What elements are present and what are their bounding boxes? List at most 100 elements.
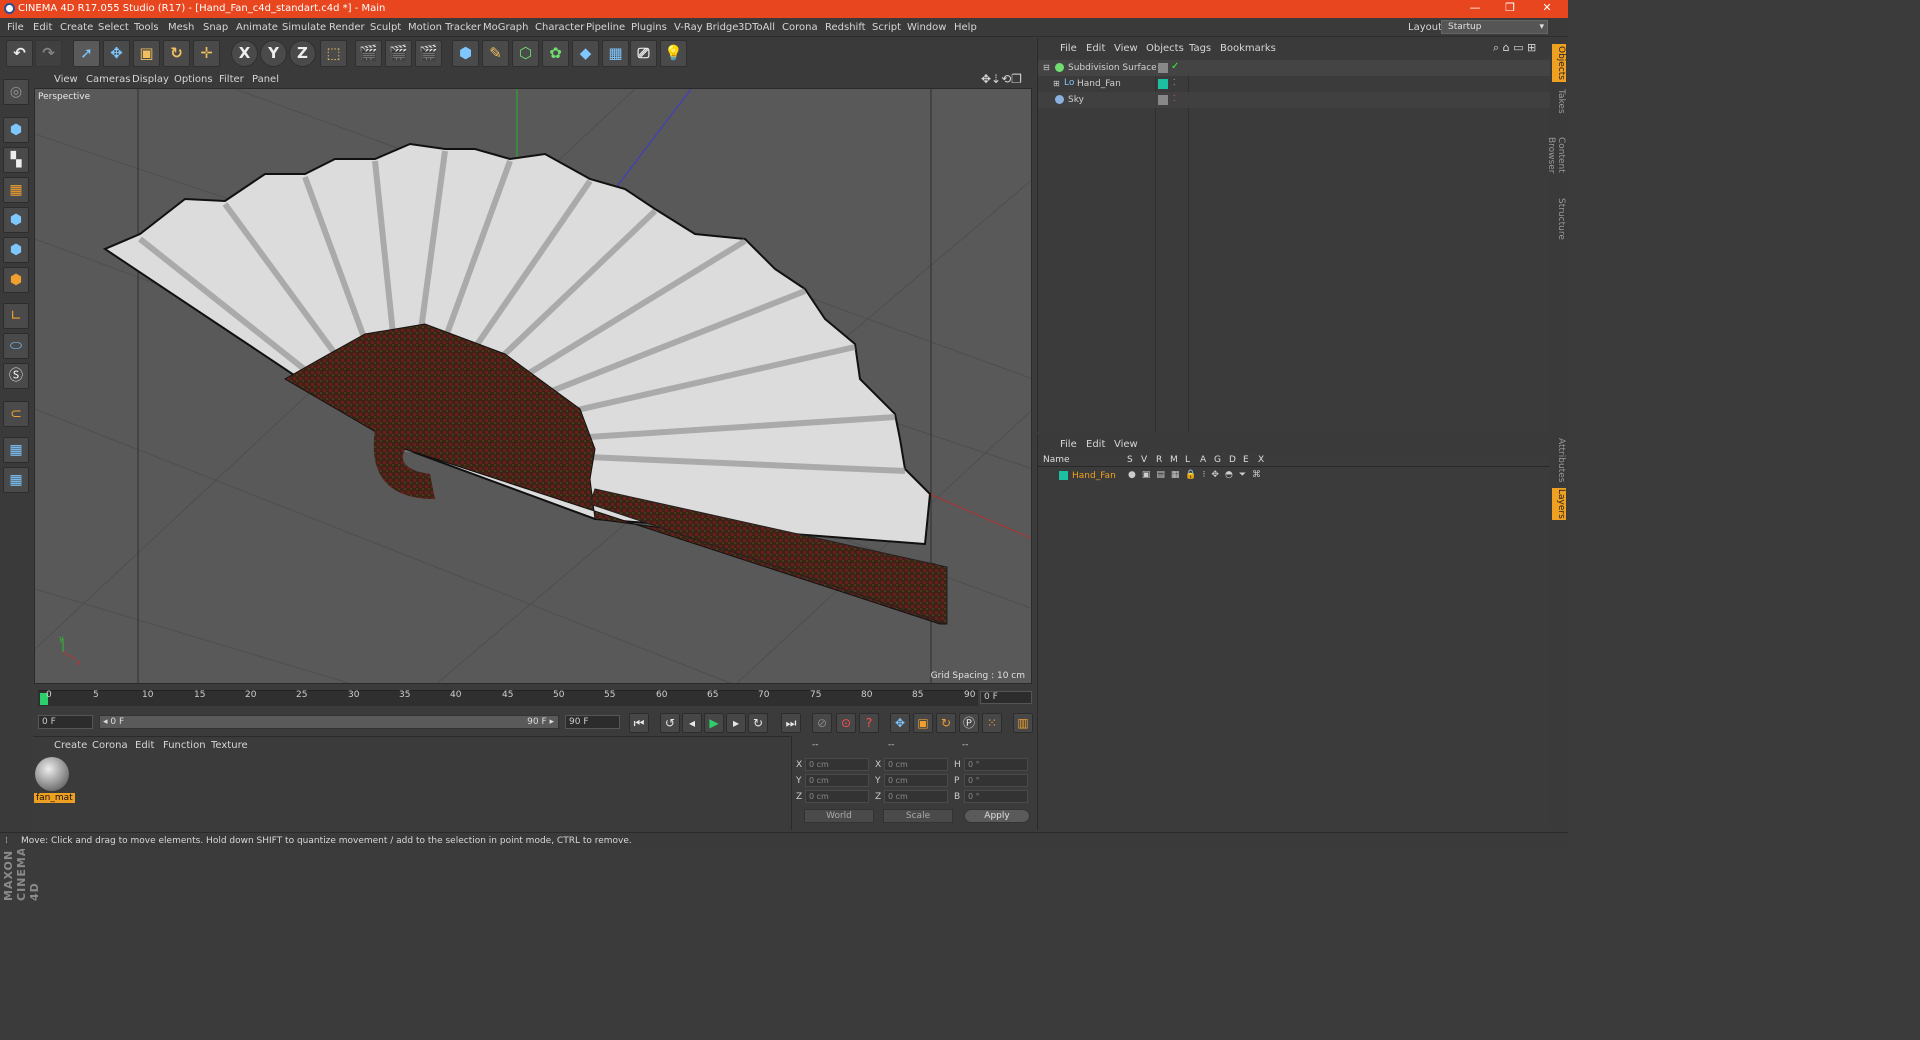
- coordinate-mode-select[interactable]: Scale: [883, 809, 953, 823]
- autokey-icon[interactable]: ⊙: [836, 713, 856, 733]
- objects-menu-file[interactable]: File: [1060, 43, 1077, 54]
- menu-tools[interactable]: Tools: [134, 22, 159, 33]
- menu-sculpt[interactable]: Sculpt: [370, 22, 401, 33]
- record-keys-icon[interactable]: ⊘: [812, 713, 832, 733]
- viewport-menu-display[interactable]: Display: [132, 74, 169, 85]
- axis-mode-icon[interactable]: ∟: [3, 303, 29, 329]
- go-to-end-icon[interactable]: ⏭: [781, 713, 801, 733]
- menu-plugins[interactable]: Plugins: [631, 22, 667, 33]
- texture-mode-icon[interactable]: ▚: [3, 147, 29, 173]
- objects-menu-objects[interactable]: Objects: [1146, 43, 1184, 54]
- viewport-menu-view[interactable]: View: [54, 74, 78, 85]
- deformer-icon[interactable]: ◆: [572, 40, 599, 67]
- material-menu-texture[interactable]: Texture: [211, 740, 248, 751]
- start-frame-field[interactable]: 0 F: [38, 715, 93, 729]
- object-name[interactable]: Sky: [1068, 95, 1084, 105]
- redo-icon[interactable]: ↷: [35, 40, 62, 67]
- collapse-icon[interactable]: ⊟: [1043, 63, 1050, 72]
- objects-menu-view[interactable]: View: [1114, 43, 1138, 54]
- undo-icon[interactable]: ↶: [6, 40, 33, 67]
- position-x-field[interactable]: 0 cm: [805, 758, 869, 771]
- camera-icon[interactable]: ⎚: [630, 40, 657, 67]
- menu-file[interactable]: File: [7, 22, 24, 33]
- light-icon[interactable]: 💡: [660, 40, 687, 67]
- layer-tag-icon[interactable]: [1158, 63, 1168, 73]
- apply-button[interactable]: Apply: [964, 809, 1030, 823]
- go-to-start-icon[interactable]: ⏮: [629, 713, 649, 733]
- tab-content-browser[interactable]: Content Browser: [1546, 120, 1566, 190]
- viewport-menu-filter[interactable]: Filter: [219, 74, 244, 85]
- tab-objects[interactable]: Objects: [1552, 44, 1566, 82]
- rotation-key-icon[interactable]: ↻: [936, 713, 956, 733]
- previous-key-icon[interactable]: ↺: [660, 713, 680, 733]
- menu-redshift[interactable]: Redshift: [825, 22, 866, 33]
- object-row[interactable]: ⊟ Subdivision Surface ✓: [1038, 60, 1550, 76]
- layers-menu-edit[interactable]: Edit: [1086, 439, 1105, 450]
- next-frame-icon[interactable]: ▸: [726, 713, 746, 733]
- timeline[interactable]: 0 5 10 15 20 25 30 35 40 45 50 55 60 65 …: [33, 686, 1035, 712]
- minimize-button[interactable]: —: [1455, 1, 1495, 14]
- menu-motion-tracker[interactable]: Motion Tracker: [408, 22, 481, 33]
- planar-workplane-icon[interactable]: ▦: [3, 467, 29, 493]
- object-name[interactable]: Hand_Fan: [1077, 79, 1121, 89]
- visibility-dots-icon[interactable]: ⁚: [1173, 78, 1176, 87]
- scale-key-icon[interactable]: ▣: [913, 713, 933, 733]
- position-z-field[interactable]: 0 cm: [805, 790, 869, 803]
- render-picture-viewer-icon[interactable]: 🎬: [385, 40, 412, 67]
- rotation-b-field[interactable]: 0 °: [964, 790, 1028, 803]
- make-editable-icon[interactable]: ◎: [3, 79, 29, 105]
- render-settings-icon[interactable]: 🎬: [415, 40, 442, 67]
- scale-z-field[interactable]: 0 cm: [884, 790, 948, 803]
- expand-icon[interactable]: ⊞: [1053, 79, 1060, 88]
- tab-layers[interactable]: Layers: [1552, 488, 1566, 520]
- search-icon[interactable]: ⌕ ⌂ ▭ ⊞: [1493, 41, 1536, 55]
- menu-3dtoall[interactable]: 3DToAll: [738, 22, 775, 33]
- viewport-menu-options[interactable]: Options: [174, 74, 213, 85]
- polygons-mode-icon[interactable]: ⬢: [3, 267, 29, 293]
- current-frame-field[interactable]: 0 F: [980, 691, 1032, 704]
- layer-row[interactable]: Hand_Fan ●▣▤▦🔒⁝✥◓⏷⌘: [1038, 468, 1550, 484]
- menu-render[interactable]: Render: [329, 22, 365, 33]
- pen-spline-icon[interactable]: ✎: [482, 40, 509, 67]
- z-axis-icon[interactable]: Z: [289, 40, 316, 67]
- layout-select[interactable]: Startup ▾: [1441, 20, 1548, 34]
- rotate-tool-icon[interactable]: ↻: [163, 40, 190, 67]
- menu-simulate[interactable]: Simulate: [282, 22, 326, 33]
- layer-name[interactable]: Hand_Fan: [1072, 471, 1116, 481]
- position-y-field[interactable]: 0 cm: [805, 774, 869, 787]
- material-name[interactable]: fan_mat: [34, 793, 75, 803]
- menu-snap[interactable]: Snap: [203, 22, 228, 33]
- workplane-lock-icon[interactable]: ▦: [3, 437, 29, 463]
- menu-animate[interactable]: Animate: [236, 22, 278, 33]
- menu-corona[interactable]: Corona: [782, 22, 818, 33]
- next-key-icon[interactable]: ↻: [748, 713, 768, 733]
- floor-icon[interactable]: ▦: [602, 40, 629, 67]
- object-row[interactable]: ⊞ Lo Hand_Fan ⁚: [1038, 76, 1550, 92]
- viewport-menu-panel[interactable]: Panel: [252, 74, 279, 85]
- cloner-icon[interactable]: ✿: [542, 40, 569, 67]
- menu-select[interactable]: Select: [98, 22, 129, 33]
- subdivision-icon[interactable]: ⬡: [512, 40, 539, 67]
- model-mode-icon[interactable]: ⬢: [3, 117, 29, 143]
- tweak-mode-icon[interactable]: ⬭: [3, 333, 29, 359]
- tab-takes[interactable]: Takes: [1552, 86, 1566, 116]
- layer-toggle-icons[interactable]: ●▣▤▦🔒⁝✥◓⏷⌘: [1128, 470, 1267, 480]
- menu-mesh[interactable]: Mesh: [168, 22, 194, 33]
- restore-button[interactable]: ❐: [1490, 1, 1530, 14]
- edges-mode-icon[interactable]: ⬢: [3, 237, 29, 263]
- recent-tool-icon[interactable]: ✛: [193, 40, 220, 67]
- menu-edit[interactable]: Edit: [33, 22, 52, 33]
- points-mode-icon[interactable]: ⬢: [3, 207, 29, 233]
- perspective-viewport[interactable]: y x Perspective Grid Spacing : 10 cm: [34, 88, 1032, 684]
- workplane-mode-icon[interactable]: ▦: [3, 177, 29, 203]
- menu-script[interactable]: Script: [872, 22, 901, 33]
- menu-create[interactable]: Create: [60, 22, 93, 33]
- rotation-h-field[interactable]: 0 °: [964, 758, 1028, 771]
- keyframe-selection-icon[interactable]: ?: [859, 713, 879, 733]
- menu-pipeline[interactable]: Pipeline: [586, 22, 625, 33]
- object-row[interactable]: Sky ⁚: [1038, 92, 1550, 108]
- timeline-window-icon[interactable]: ▥: [1013, 713, 1033, 733]
- render-view-icon[interactable]: 🎬: [355, 40, 382, 67]
- coordinate-system-icon[interactable]: ⬚: [320, 40, 347, 67]
- play-icon[interactable]: ▶: [704, 713, 724, 733]
